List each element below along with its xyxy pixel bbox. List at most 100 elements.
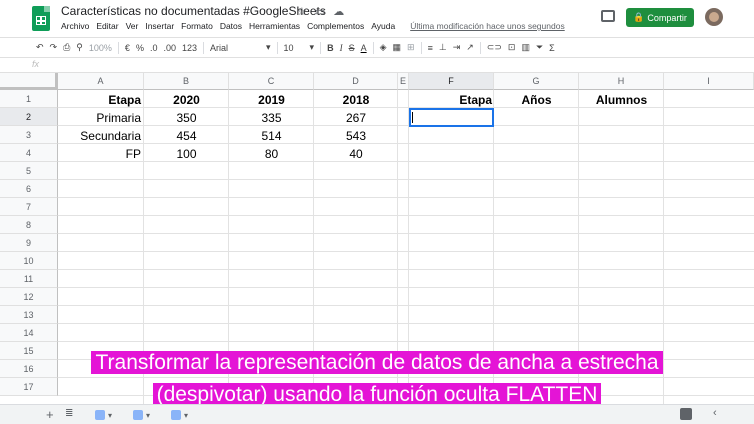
text-rotation-icon[interactable]: ↗ xyxy=(466,42,474,53)
more-formats-button[interactable]: 123 xyxy=(182,43,197,53)
menu-editar[interactable]: Editar xyxy=(96,21,118,31)
menu-complementos[interactable]: Complementos xyxy=(307,21,364,31)
last-edit-link[interactable]: Última modificación hace unos segundos xyxy=(410,21,565,31)
merge-cells-icon[interactable]: ⊞ xyxy=(407,42,415,53)
column-header-c[interactable]: C xyxy=(229,73,314,90)
vertical-align-icon[interactable]: ⊥ xyxy=(439,42,447,53)
cell-b2[interactable]: 350 xyxy=(144,109,229,127)
italic-button[interactable]: I xyxy=(340,43,343,53)
font-select[interactable]: Arial xyxy=(210,43,260,53)
column-header-b[interactable]: B xyxy=(144,73,229,90)
move-folder-icon[interactable]: ▭ xyxy=(315,5,325,18)
row-header-9[interactable]: 9 xyxy=(0,234,58,252)
sheet-tab-3[interactable]: ▾ xyxy=(171,408,201,422)
column-header-i[interactable]: I xyxy=(664,73,754,90)
star-icon[interactable]: ☆ xyxy=(297,5,307,18)
cell-a1[interactable]: Etapa xyxy=(60,91,141,109)
filter-icon[interactable]: ⏷ xyxy=(536,42,543,53)
document-title[interactable]: Características no documentadas #GoogleS… xyxy=(61,4,326,18)
menu-herramientas[interactable]: Herramientas xyxy=(249,21,300,31)
column-header-g[interactable]: G xyxy=(494,73,579,90)
row-header-5[interactable]: 5 xyxy=(0,162,58,180)
sheet-tab-2[interactable]: ▾ xyxy=(133,408,163,422)
select-all-corner[interactable] xyxy=(0,73,58,90)
row-header-7[interactable]: 7 xyxy=(0,198,58,216)
row-header-14[interactable]: 14 xyxy=(0,324,58,342)
cell-d3[interactable]: 543 xyxy=(314,127,398,145)
cell-d4[interactable]: 40 xyxy=(314,145,398,163)
cell-c1[interactable]: 2019 xyxy=(229,91,314,109)
insert-chart-icon[interactable]: ▥ xyxy=(521,42,530,53)
row-header-3[interactable]: 3 xyxy=(0,126,58,144)
cell-h1[interactable]: Alumnos xyxy=(579,91,664,109)
paint-format-icon[interactable]: ⚲ xyxy=(76,42,83,53)
row-header-4[interactable]: 4 xyxy=(0,144,58,162)
text-color-button[interactable]: A xyxy=(361,43,367,53)
explore-icon[interactable] xyxy=(680,408,692,420)
cell-b3[interactable]: 454 xyxy=(144,127,229,145)
strikethrough-button[interactable]: S xyxy=(349,43,355,53)
menu-ver[interactable]: Ver xyxy=(126,21,139,31)
cell-a4[interactable]: FP xyxy=(60,145,141,163)
insert-comment-icon[interactable]: ⊡ xyxy=(508,42,516,53)
undo-icon[interactable]: ↶ xyxy=(36,42,44,53)
menu-datos[interactable]: Datos xyxy=(220,21,242,31)
cell-f1[interactable]: Etapa xyxy=(409,91,492,109)
row-header-12[interactable]: 12 xyxy=(0,288,58,306)
percent-format-button[interactable]: % xyxy=(136,43,144,53)
cell-c2[interactable]: 335 xyxy=(229,109,314,127)
cell-a2[interactable]: Primaria xyxy=(60,109,141,127)
row-header-6[interactable]: 6 xyxy=(0,180,58,198)
sheets-logo-icon[interactable] xyxy=(32,6,50,31)
cell-d1[interactable]: 2018 xyxy=(314,91,398,109)
column-header-f[interactable]: F xyxy=(409,73,494,90)
active-cell-f2[interactable] xyxy=(409,108,494,127)
chevron-left-icon[interactable]: ‹ xyxy=(713,407,717,419)
cell-a3[interactable]: Secundaria xyxy=(60,127,141,145)
add-sheet-icon[interactable]: + xyxy=(46,407,54,422)
print-icon[interactable]: ⎙ xyxy=(63,42,70,53)
row-header-1[interactable]: 1 xyxy=(0,90,58,108)
row-header-11[interactable]: 11 xyxy=(0,270,58,288)
all-sheets-icon[interactable]: ≣ xyxy=(65,408,73,419)
text-wrap-icon[interactable]: ⇥ xyxy=(453,42,461,53)
borders-icon[interactable]: ▦ xyxy=(393,42,402,53)
formula-bar[interactable]: fx xyxy=(0,58,754,73)
cell-d2[interactable]: 267 xyxy=(314,109,398,127)
redo-icon[interactable]: ↷ xyxy=(50,42,58,53)
column-header-e[interactable]: E xyxy=(398,73,409,90)
font-size-select[interactable]: 10 xyxy=(284,43,304,53)
column-header-d[interactable]: D xyxy=(314,73,398,90)
cell-c3[interactable]: 514 xyxy=(229,127,314,145)
row-header-10[interactable]: 10 xyxy=(0,252,58,270)
sheet-tab-1[interactable]: ▾ xyxy=(95,408,125,422)
avatar[interactable] xyxy=(705,8,723,26)
column-header-h[interactable]: H xyxy=(579,73,664,90)
cell-g1[interactable]: Años xyxy=(494,91,579,109)
row-header-2[interactable]: 2 xyxy=(0,108,58,126)
row-header-8[interactable]: 8 xyxy=(0,216,58,234)
cell-b1[interactable]: 2020 xyxy=(144,91,229,109)
decrease-decimal-button[interactable]: .0 xyxy=(150,43,158,53)
comment-history-icon[interactable] xyxy=(601,10,615,22)
increase-decimal-button[interactable]: .00 xyxy=(163,43,176,53)
cloud-status-icon[interactable]: ☁ xyxy=(333,5,344,18)
fill-color-icon[interactable]: ◈ xyxy=(380,42,387,53)
menu-archivo[interactable]: Archivo xyxy=(61,21,89,31)
currency-format-button[interactable]: € xyxy=(125,43,130,53)
cell-b4[interactable]: 100 xyxy=(144,145,229,163)
chevron-down-icon[interactable]: ▾ xyxy=(266,42,271,53)
menu-ayuda[interactable]: Ayuda xyxy=(371,21,395,31)
insert-link-icon[interactable]: ⊂⊃ xyxy=(487,42,502,53)
row-header-13[interactable]: 13 xyxy=(0,306,58,324)
functions-icon[interactable]: Σ xyxy=(549,43,555,53)
share-button[interactable]: 🔒 Compartir xyxy=(626,8,694,27)
bold-button[interactable]: B xyxy=(327,43,334,53)
menu-formato[interactable]: Formato xyxy=(181,21,213,31)
chevron-down-icon[interactable]: ▾ xyxy=(310,42,315,53)
zoom-select[interactable]: 100% xyxy=(89,43,112,53)
column-header-a[interactable]: A xyxy=(58,73,144,90)
menu-insertar[interactable]: Insertar xyxy=(145,21,174,31)
cell-c4[interactable]: 80 xyxy=(229,145,314,163)
horizontal-align-icon[interactable]: ≡ xyxy=(428,43,433,53)
